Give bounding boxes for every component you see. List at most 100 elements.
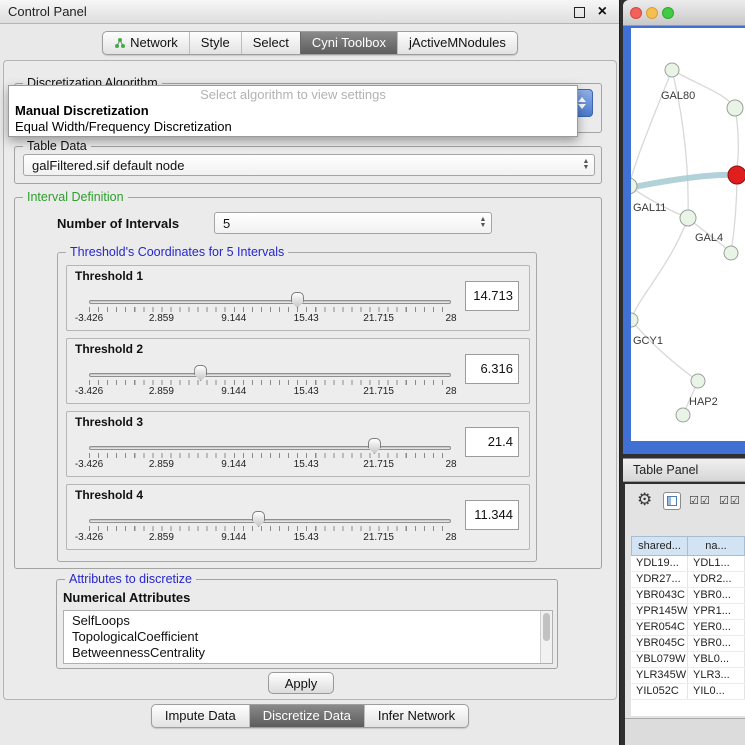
num-intervals-value: 5 — [215, 216, 475, 231]
apply-button[interactable]: Apply — [268, 672, 334, 694]
network-icon — [114, 37, 126, 49]
slider-thumb[interactable] — [291, 292, 304, 308]
threshold-3-panel: Threshold 3 21.4 -3.4262.8599.14415.4321… — [66, 411, 530, 477]
close-icon[interactable]: × — [598, 2, 607, 22]
column-header-shared-name[interactable]: shared... — [631, 536, 688, 556]
attribute-list-item[interactable]: TopologicalCoefficient — [72, 629, 552, 645]
numerical-attributes-list[interactable]: SelfLoopsTopologicalCoefficientBetweenne… — [63, 610, 553, 664]
slider-tick-label: 9.144 — [221, 313, 246, 324]
table-cell: YBR0... — [688, 636, 745, 651]
selected-node[interactable] — [728, 166, 745, 184]
table-row[interactable]: YIL052CYIL0... — [631, 684, 745, 700]
table-row[interactable]: YBR043CYBR0... — [631, 588, 745, 604]
gear-icon[interactable]: ⚙ — [637, 490, 652, 510]
node-gal4[interactable] — [680, 210, 696, 226]
table-cell: YDR2... — [688, 572, 745, 587]
threshold-3-slider[interactable]: -3.4262.8599.14415.4321.71528 — [89, 438, 451, 474]
slider-ticks — [89, 307, 451, 312]
threshold-2-value-field[interactable]: 6.316 — [465, 354, 519, 384]
slider-tick-label: 15.43 — [294, 386, 319, 397]
bottom-tab-group: Impute Data Discretize Data Infer Networ… — [151, 704, 469, 728]
slider-tick-label: -3.426 — [75, 532, 103, 543]
network-canvas[interactable]: GAL80GAL11GAL4GCY1HAP2 — [631, 28, 745, 441]
window-close-button[interactable] — [630, 7, 642, 19]
threshold-2-panel: Threshold 2 6.316 -3.4262.8599.14415.432… — [66, 338, 530, 404]
slider-track — [89, 373, 451, 377]
columns-icon — [667, 496, 677, 506]
table-cell: YBL0... — [688, 652, 745, 667]
slider-track — [89, 446, 451, 450]
number-of-intervals-label: Number of Intervals — [57, 216, 179, 231]
checkbox-icons[interactable]: ☑☑ — [719, 494, 741, 507]
network-nodes — [631, 63, 745, 422]
network-window-titlebar — [623, 0, 745, 26]
threshold-4-slider[interactable]: -3.4262.8599.14415.4321.71528 — [89, 511, 451, 547]
combo-stepper-icon: ▲▼ — [578, 159, 594, 171]
node-hap2[interactable] — [691, 374, 705, 388]
threshold-1-slider[interactable]: -3.4262.8599.14415.4321.71528 — [89, 292, 451, 328]
slider-thumb[interactable] — [368, 438, 381, 454]
table-data-combo[interactable]: galFiltered.sif default node ▲▼ — [23, 154, 595, 176]
scrollbar-thumb[interactable] — [543, 613, 550, 641]
tab-select[interactable]: Select — [241, 32, 300, 54]
control-panel-titlebar: Control Panel × — [0, 0, 619, 24]
node-gal80[interactable] — [665, 63, 679, 77]
threshold-3-value-field[interactable]: 21.4 — [465, 427, 519, 457]
attribute-list-item[interactable]: SelfLoops — [72, 613, 552, 629]
table-row[interactable]: YDR27...YDR2... — [631, 572, 745, 588]
threshold-4-value-field[interactable]: 11.344 — [465, 500, 519, 530]
tab-jactivemnodules[interactable]: jActiveMNodules — [397, 32, 517, 54]
float-window-icon[interactable] — [574, 7, 585, 18]
slider-ticks — [89, 526, 451, 531]
network-node[interactable] — [724, 246, 738, 260]
tab-style[interactable]: Style — [189, 32, 241, 54]
top-tab-group: Network Style Select Cyni Toolbox jActiv… — [102, 31, 518, 55]
tab-discretize-data[interactable]: Discretize Data — [249, 705, 364, 727]
node-label: GAL80 — [661, 90, 695, 102]
tab-discretize-data-label: Discretize Data — [263, 708, 351, 723]
table-row[interactable]: YDL19...YDL1... — [631, 556, 745, 572]
list-scrollbar[interactable] — [540, 611, 552, 663]
table-cell: YLR3... — [688, 668, 745, 683]
slider-tick-label: 2.859 — [149, 313, 174, 324]
num-intervals-combo[interactable]: 5 ▲▼ — [214, 212, 492, 234]
window-minimize-button[interactable] — [646, 7, 658, 19]
bottom-tab-bar: Impute Data Discretize Data Infer Networ… — [0, 704, 620, 728]
slider-tick-label: 21.715 — [363, 386, 394, 397]
table-row[interactable]: YER054CYER0... — [631, 620, 745, 636]
slider-thumb[interactable] — [252, 511, 265, 527]
table-row[interactable]: YLR345WYLR3... — [631, 668, 745, 684]
node-gcy1[interactable] — [631, 313, 638, 327]
column-header-name[interactable]: na... — [688, 536, 745, 556]
interval-definition-group-title: Interval Definition — [23, 190, 128, 205]
tab-network[interactable]: Network — [103, 32, 189, 54]
algorithm-option-manual-discretization[interactable]: Manual Discretization — [9, 103, 577, 119]
window-zoom-button[interactable] — [662, 7, 674, 19]
node-label: GAL4 — [695, 232, 723, 244]
threshold-4-panel: Threshold 4 11.344 -3.4262.8599.14415.43… — [66, 484, 530, 550]
tab-cyni-toolbox[interactable]: Cyni Toolbox — [300, 32, 397, 54]
threshold-2-slider[interactable]: -3.4262.8599.14415.4321.71528 — [89, 365, 451, 401]
threshold-1-value-field[interactable]: 14.713 — [465, 281, 519, 311]
node-gal11[interactable] — [631, 178, 637, 194]
tab-impute-data[interactable]: Impute Data — [152, 705, 249, 727]
network-node-labels: GAL80GAL11GAL4GCY1HAP2 — [633, 90, 723, 408]
table-data-group: Table Data galFiltered.sif default node … — [14, 146, 602, 184]
attribute-list-item[interactable]: BetweennessCentrality — [72, 645, 552, 661]
table-panel-footer — [625, 718, 745, 745]
checkbox-icons[interactable]: ☑☑ — [689, 494, 711, 507]
network-node[interactable] — [676, 408, 690, 422]
columns-button[interactable] — [663, 492, 681, 510]
slider-thumb[interactable] — [194, 365, 207, 381]
tab-infer-network[interactable]: Infer Network — [364, 705, 468, 727]
slider-tick-label: 21.715 — [363, 313, 394, 324]
network-node[interactable] — [727, 100, 743, 116]
slider-tick-label: -3.426 — [75, 459, 103, 470]
slider-tick-label: 2.859 — [149, 459, 174, 470]
algorithm-option-equal-width-frequency[interactable]: Equal Width/Frequency Discretization — [9, 119, 577, 135]
table-row[interactable]: YBL079WYBL0... — [631, 652, 745, 668]
table-row[interactable]: YPR145WYPR1... — [631, 604, 745, 620]
table-row[interactable]: YBR045CYBR0... — [631, 636, 745, 652]
tab-jactivemnodules-label: jActiveMNodules — [409, 35, 506, 51]
combo-stepper-icon: ▲▼ — [475, 217, 491, 229]
